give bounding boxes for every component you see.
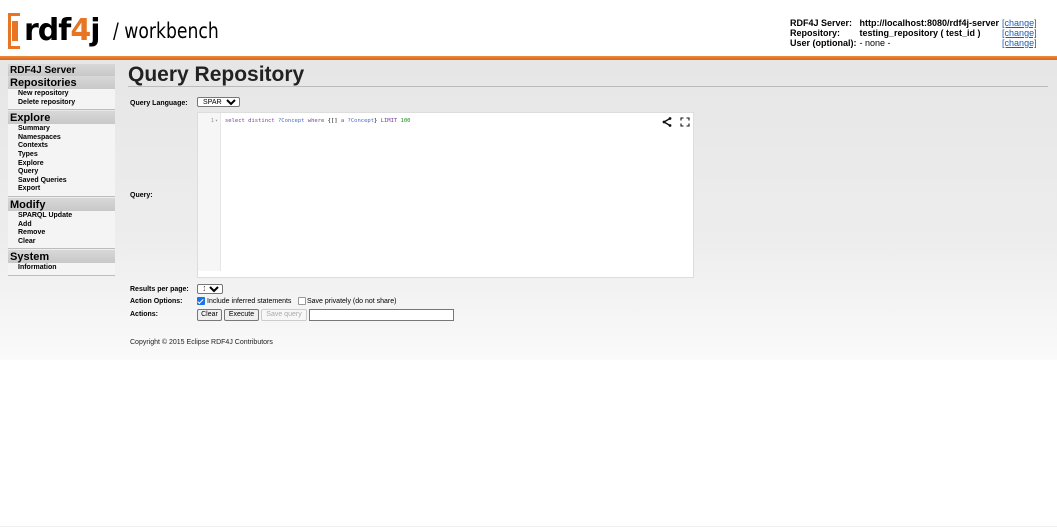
query-label: Query: xyxy=(130,192,153,199)
sidebar-item-export[interactable]: Export xyxy=(8,185,115,194)
header: rdf4 j / workbench RDF4J Server: http://l… xyxy=(0,0,1057,56)
fold-icon[interactable]: ▾ xyxy=(215,118,218,124)
query-language-select[interactable]: SPARQL xyxy=(197,97,240,107)
sidebar-item-information[interactable]: Information xyxy=(8,264,115,273)
sidebar-item-types[interactable]: Types xyxy=(8,151,115,160)
code-token-brace-open: {[] xyxy=(327,118,338,124)
code-token-limit-value: 100 xyxy=(400,118,411,124)
query-editor[interactable]: 1 ▾ select distinct ?Concept where {[] a… xyxy=(197,112,694,278)
sidebar-item-namespaces[interactable]: Namespaces xyxy=(8,134,115,143)
user-value: - none - xyxy=(859,38,891,48)
sidebar-item-summary[interactable]: Summary xyxy=(8,125,115,134)
save-privately-checkbox[interactable] xyxy=(298,297,306,305)
results-per-page-label: Results per page: xyxy=(130,286,189,293)
sidebar-section-repositories: Repositories xyxy=(8,76,115,89)
sidebar-nav: RDF4J Server Repositories New repository… xyxy=(8,64,115,277)
include-inferred-label[interactable]: Include inferred statements xyxy=(207,298,291,305)
code-token-select: select distinct xyxy=(225,118,275,124)
query-language-label: Query Language: xyxy=(130,100,188,107)
server-info: RDF4J Server: http://localhost:8080/rdf4… xyxy=(790,18,1040,48)
sidebar-item-delete-repository[interactable]: Delete repository xyxy=(8,99,115,108)
clear-button[interactable]: Clear xyxy=(197,309,222,321)
query-code-line[interactable]: select distinct ?Concept where {[] a ?Co… xyxy=(225,118,410,124)
code-token-var: ?Concept xyxy=(347,118,375,124)
code-token-limit: LIMIT xyxy=(380,118,398,124)
code-token-where: where xyxy=(307,118,325,124)
fullscreen-icon[interactable] xyxy=(680,117,690,127)
title-divider xyxy=(128,86,1048,87)
save-privately-label[interactable]: Save privately (do not share) xyxy=(307,298,397,305)
rdf4j-logo[interactable]: rdf4 j / workbench xyxy=(8,11,241,51)
repository-value: testing_repository ( test_id ) xyxy=(859,28,981,38)
repository-label: Repository: xyxy=(790,28,841,38)
save-query-button[interactable]: Save query xyxy=(261,309,307,321)
sidebar-section-explore: Explore xyxy=(8,111,115,125)
change-server-link[interactable]: [change] xyxy=(1002,18,1037,28)
bottom-divider xyxy=(0,526,1057,527)
include-inferred-checkbox[interactable] xyxy=(197,297,205,305)
sidebar-item-sparql-update[interactable]: SPARQL Update xyxy=(8,212,115,221)
query-name-input[interactable] xyxy=(309,309,454,321)
sidebar-item-new-repository[interactable]: New repository xyxy=(8,90,115,99)
sidebar-title: RDF4J Server xyxy=(8,64,115,76)
sidebar-item-saved-queries[interactable]: Saved Queries xyxy=(8,177,115,186)
change-user-link[interactable]: [change] xyxy=(1002,38,1037,48)
editor-gutter: 1 ▾ xyxy=(198,113,221,271)
logo-subtitle: / workbench xyxy=(112,19,219,43)
sidebar-item-contexts[interactable]: Contexts xyxy=(8,142,115,151)
sidebar-section-system: System xyxy=(8,250,115,264)
code-token-brace-close: } xyxy=(374,118,378,124)
logo-text: rdf4 xyxy=(24,13,91,48)
change-repository-link[interactable]: [change] xyxy=(1002,28,1037,38)
share-icon[interactable] xyxy=(662,117,672,127)
results-per-page-select[interactable]: 100 xyxy=(197,284,223,294)
logo-bracket-icon xyxy=(8,13,22,49)
server-label: RDF4J Server: xyxy=(790,18,853,28)
sidebar-item-clear[interactable]: Clear xyxy=(8,238,115,247)
sidebar-item-query[interactable]: Query xyxy=(8,168,115,177)
sidebar-item-explore[interactable]: Explore xyxy=(8,160,115,169)
action-options-label: Action Options: xyxy=(130,298,183,305)
sidebar-item-add[interactable]: Add xyxy=(8,221,115,230)
logo-text-suffix: j xyxy=(90,13,101,48)
copyright-text: Copyright © 2015 Eclipse RDF4J Contribut… xyxy=(130,339,273,346)
sidebar-item-remove[interactable]: Remove xyxy=(8,229,115,238)
code-token-var: ?Concept xyxy=(277,118,305,124)
main-content: Query Repository xyxy=(128,62,1048,88)
execute-button[interactable]: Execute xyxy=(224,309,259,321)
actions-label: Actions: xyxy=(130,311,158,318)
line-number: 1 xyxy=(210,118,214,124)
sidebar-section-modify: Modify xyxy=(8,197,115,211)
user-label: User (optional): xyxy=(790,38,857,48)
code-token-a: a xyxy=(340,118,345,124)
server-value: http://localhost:8080/rdf4j-server xyxy=(859,18,1000,28)
page-title: Query Repository xyxy=(128,63,305,86)
